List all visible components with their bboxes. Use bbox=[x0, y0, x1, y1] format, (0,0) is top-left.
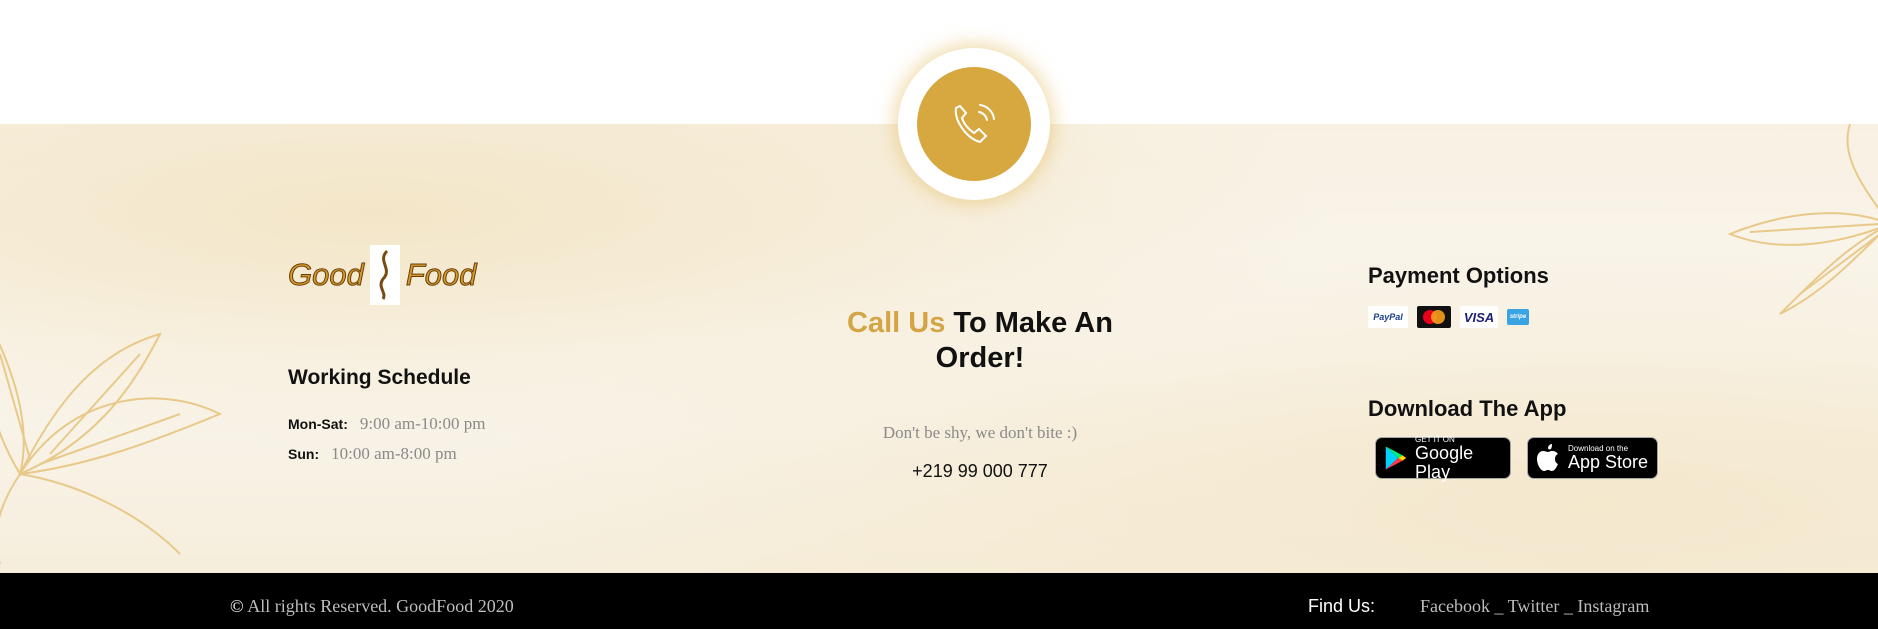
call-badge-inner bbox=[917, 67, 1031, 181]
google-play-big: Google Play bbox=[1415, 442, 1474, 482]
tagline: Don't be shy, we don't bite :) bbox=[882, 423, 1078, 442]
flower-right-decoration bbox=[1727, 124, 1878, 315]
copyright-symbol: © bbox=[230, 596, 244, 616]
social-links: Facebook _ Twitter _ Instagram bbox=[1420, 596, 1649, 617]
call-heading-rest: To Make An Order! bbox=[935, 307, 1113, 374]
google-play-button[interactable]: GET IT ON Google Play bbox=[1375, 435, 1511, 482]
call-heading-highlight: Call Us bbox=[847, 307, 946, 339]
phone-call-icon bbox=[954, 104, 995, 144]
phone-number-link[interactable]: +219 99 000 777 bbox=[820, 461, 1140, 482]
download-app-title: Download The App bbox=[1368, 396, 1567, 421]
paypal-icon: PayPal bbox=[1368, 306, 1408, 328]
schedule-row-sunday: Sun: 10:00 am-8:00 pm bbox=[288, 444, 457, 464]
brand-name-right: Food bbox=[405, 257, 477, 293]
brand-name-left: Good bbox=[288, 257, 365, 293]
payment-icons: PayPal VISA stripe bbox=[1368, 306, 1529, 328]
link-separator: _ bbox=[1559, 596, 1578, 616]
payment-options-title: Payment Options bbox=[1368, 263, 1549, 288]
find-us-label: Find Us: bbox=[1308, 596, 1376, 616]
google-play-icon bbox=[1385, 446, 1407, 470]
schedule-time: 9:00 am-10:00 pm bbox=[359, 414, 486, 433]
working-schedule-title: Working Schedule bbox=[288, 366, 471, 389]
flower-left-decoration bbox=[0, 332, 223, 564]
copyright-body: All rights Reserved. GoodFood 2020 bbox=[247, 596, 514, 616]
call-badge bbox=[898, 48, 1050, 200]
instagram-link[interactable]: Instagram bbox=[1577, 596, 1649, 616]
twitter-link[interactable]: Twitter bbox=[1508, 596, 1560, 616]
steam-logo-icon bbox=[369, 245, 400, 305]
schedule-row-weekdays: Mon-Sat: 9:00 am-10:00 pm bbox=[288, 414, 486, 434]
visa-icon: VISA bbox=[1460, 306, 1498, 328]
apple-icon bbox=[1537, 444, 1558, 471]
mastercard-icon bbox=[1417, 306, 1451, 328]
facebook-link[interactable]: Facebook bbox=[1420, 596, 1490, 616]
schedule-time: 10:00 am-8:00 pm bbox=[331, 444, 457, 463]
call-heading: Call Us To Make An Order! bbox=[820, 306, 1140, 376]
brand-logo[interactable]: Good Food bbox=[288, 244, 477, 306]
copyright-text: © All rights Reserved. GoodFood 2020 bbox=[230, 596, 514, 617]
app-store-big: App Store bbox=[1568, 452, 1649, 472]
app-store-button[interactable]: Download on the App Store bbox=[1527, 437, 1658, 479]
schedule-day: Mon-Sat: bbox=[288, 416, 348, 432]
schedule-day: Sun: bbox=[288, 446, 320, 462]
stripe-icon: stripe bbox=[1507, 309, 1529, 325]
link-separator: _ bbox=[1489, 596, 1508, 616]
